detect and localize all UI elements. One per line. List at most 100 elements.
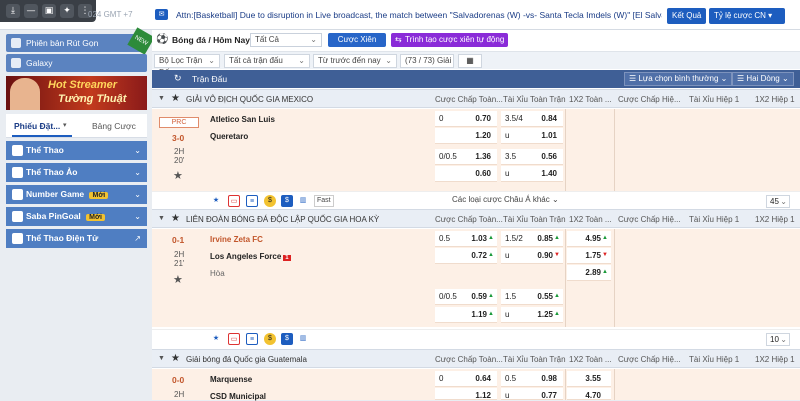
odds-under[interactable]: u 1.01 bbox=[501, 128, 563, 144]
odds-handicap-home-alt[interactable]: 0/0.5 1.36 bbox=[435, 149, 497, 165]
star-icon[interactable]: ★ bbox=[171, 93, 180, 104]
league-filter-select[interactable]: Bộ Lọc Trận Đấu⌄ bbox=[154, 54, 220, 77]
odds-handicap-away[interactable]: 0.72 ▲ bbox=[435, 248, 497, 264]
sidebar-item-number-game[interactable]: Number Game Mới ⌄ bbox=[6, 185, 147, 204]
virtual-sports-icon bbox=[12, 167, 23, 178]
results-button[interactable]: Kết Quả bbox=[667, 8, 707, 24]
odds-over[interactable]: 0.5 0.98 bbox=[501, 371, 563, 387]
odds-under-alt[interactable]: u 1.40 bbox=[501, 166, 563, 182]
chevron-down-icon: ⌄ bbox=[134, 146, 141, 155]
odds-handicap-home[interactable]: 0 0.64 bbox=[435, 371, 497, 387]
status-badge: PRC bbox=[159, 117, 199, 128]
minimize-icon[interactable]: — bbox=[24, 4, 38, 18]
league-header[interactable]: ▼ ★ LIÊN ĐOÀN BÓNG ĐÁ ĐỘC LẬP QUỐC GIA H… bbox=[152, 209, 800, 228]
grid-view-icon[interactable]: ▦ bbox=[458, 54, 482, 68]
odds-handicap-home-alt[interactable]: 0/0.5 0.59 ▲ bbox=[435, 289, 497, 305]
time-filter-select[interactable]: Từ trước đến nay ⌄ bbox=[313, 54, 397, 68]
collapse-icon[interactable]: ▼ bbox=[158, 95, 165, 102]
red-card-count: 1 bbox=[283, 255, 291, 261]
parlay-button[interactable]: Cược Xiên bbox=[328, 33, 386, 47]
stats-board-icon[interactable]: ≡ bbox=[246, 333, 258, 345]
odds-handicap-home[interactable]: 0 0.70 bbox=[435, 111, 497, 127]
collapse-icon[interactable]: ▼ bbox=[158, 355, 165, 362]
home-team: Marquense bbox=[210, 375, 253, 384]
live-tv-icon[interactable]: ▭ bbox=[228, 195, 240, 207]
lines-select[interactable]: ☰ Hai Dòng ⌄ bbox=[732, 72, 794, 86]
sort-select[interactable]: ☰ Lựa chọn bình thường ⌄ bbox=[624, 72, 733, 86]
odds-1x2-away[interactable]: 1.75 ▼ bbox=[567, 248, 611, 264]
bulb-icon[interactable]: ✦ bbox=[60, 4, 74, 18]
more-markets-link[interactable]: Các loại cược Châu Á khác ⌄ bbox=[452, 195, 559, 204]
message-icon[interactable]: ✉ bbox=[155, 9, 168, 20]
odds-handicap-away-alt[interactable]: 0.60 bbox=[435, 166, 497, 182]
favorite-star-icon[interactable]: ★ bbox=[173, 273, 183, 286]
auto-parlay-button[interactable]: ⇆ Trình tạo cược xiên tự động bbox=[391, 33, 508, 47]
chevron-down-icon[interactable]: ▾ bbox=[63, 121, 67, 129]
odds-over-alt[interactable]: 3.5 0.56 bbox=[501, 149, 563, 165]
odds-over-alt[interactable]: 1.5 0.55 ▲ bbox=[501, 289, 563, 305]
sidebar-item-saba-pingoal[interactable]: Saba PinGoal Mới ⌄ bbox=[6, 207, 147, 226]
soccer-ball-icon: ⚽ bbox=[156, 34, 169, 45]
dollar-icon[interactable]: $ bbox=[281, 333, 293, 345]
dollar-icon[interactable]: $ bbox=[281, 195, 293, 207]
odds-over[interactable]: 3.5/4 0.84 bbox=[501, 111, 563, 127]
window-icon[interactable]: ▣ bbox=[42, 4, 56, 18]
galaxy-button[interactable]: Galaxy bbox=[6, 54, 147, 72]
odds-1x2-home[interactable]: 3.55 bbox=[567, 371, 611, 387]
more-bets-count[interactable]: 10 ⌄ bbox=[766, 333, 790, 346]
star-icon[interactable]: ★ bbox=[210, 195, 222, 207]
divider bbox=[565, 369, 566, 400]
sidebar-item-sports[interactable]: Thể Thao ⌄ bbox=[6, 141, 147, 160]
match-minute: 21' bbox=[174, 259, 185, 268]
odds-over[interactable]: 1.5/2 0.85 ▲ bbox=[501, 231, 563, 247]
col-1x2-ft: 1X2 Toàn ... bbox=[569, 355, 612, 364]
col-hc-ft: Cược Chấp Toàn... bbox=[435, 355, 503, 364]
divider bbox=[614, 109, 615, 191]
hot-streamer-banner[interactable]: Hot Streamer Tường Thuật bbox=[6, 76, 147, 110]
odds-under[interactable]: u 0.77 bbox=[501, 388, 563, 400]
refresh-icon[interactable]: ↻ bbox=[174, 73, 182, 84]
lite-version-button[interactable]: Phiên bản Rút Gọn NEW bbox=[6, 27, 155, 55]
odds-1x2-away[interactable]: 4.70 bbox=[567, 388, 611, 400]
tab-bet-slip[interactable]: Bảng Cược bbox=[92, 121, 136, 131]
all-matches-select[interactable]: Tất cả trận đấu ⌄ bbox=[224, 54, 310, 68]
fast-market-tag[interactable]: Fast bbox=[314, 195, 334, 207]
favorite-star-icon[interactable]: ★ bbox=[173, 169, 183, 182]
new-badge: Mới bbox=[86, 214, 105, 221]
market-select[interactable]: Tất Cả ⌄ bbox=[250, 33, 322, 47]
league-header[interactable]: ▼ ★ GIẢI VÔ ĐỊCH QUỐC GIA MEXICO Cược Ch… bbox=[152, 89, 800, 108]
star-icon[interactable]: ★ bbox=[171, 213, 180, 224]
sidebar-item-esports[interactable]: Thể Thao Điện Tử ↗ bbox=[6, 229, 147, 248]
sidebar-item-virtual-sports[interactable]: Thể Thao Ảo ⌄ bbox=[6, 163, 147, 182]
divider bbox=[614, 229, 615, 327]
star-icon[interactable]: ★ bbox=[171, 353, 180, 364]
odds-1x2-draw[interactable]: 2.89 ▲ bbox=[567, 265, 611, 281]
tab-bets[interactable]: Phiếu Đặt... bbox=[14, 121, 60, 131]
match-row: PRC 3-0 2H 20' ★ Atletico San Luis Quere… bbox=[152, 109, 800, 191]
match-period: 2H bbox=[174, 147, 185, 156]
odds-handicap-away-alt[interactable]: 1.19 ▲ bbox=[435, 307, 497, 323]
odds-1x2-home[interactable]: 4.95 ▲ bbox=[567, 231, 611, 247]
stats-board-icon[interactable]: ≡ bbox=[246, 195, 258, 207]
league-header[interactable]: ▼ ★ Giải bóng đá Quốc gia Guatemala Cược… bbox=[152, 349, 800, 368]
cashout-icon[interactable]: $ bbox=[264, 333, 276, 345]
col-ou-ht: Tài Xỉu Hiệp 1 bbox=[689, 355, 740, 364]
odds-handicap-away[interactable]: 1.20 bbox=[435, 128, 497, 144]
bar-chart-icon[interactable]: ▥ bbox=[297, 195, 309, 207]
col-hc-ht: Cược Chấp Hiệ... bbox=[618, 95, 681, 104]
odds-handicap-home[interactable]: 0.5 1.03 ▲ bbox=[435, 231, 497, 247]
more-bets-count[interactable]: 45 ⌄ bbox=[766, 195, 790, 208]
odds-type-select[interactable]: Tỷ lệ cược CN ▾ bbox=[709, 8, 785, 24]
star-icon[interactable]: ★ bbox=[210, 333, 222, 345]
download-icon[interactable]: ⤓ bbox=[6, 4, 20, 18]
odds-under-alt[interactable]: u 1.25 ▲ bbox=[501, 307, 563, 323]
away-team: Queretaro bbox=[210, 132, 249, 141]
bar-chart-icon[interactable]: ▥ bbox=[297, 333, 309, 345]
collapse-icon[interactable]: ▼ bbox=[158, 215, 165, 222]
live-tv-icon[interactable]: ▭ bbox=[228, 333, 240, 345]
news-ticker[interactable]: Attn:[Basketball] Due to disruption in L… bbox=[176, 10, 662, 20]
cashout-icon[interactable]: $ bbox=[264, 195, 276, 207]
col-ou-ft: Tài Xỉu Toàn Trận bbox=[503, 355, 566, 364]
odds-handicap-away[interactable]: 1.12 bbox=[435, 388, 497, 400]
odds-under[interactable]: u 0.90 ▼ bbox=[501, 248, 563, 264]
